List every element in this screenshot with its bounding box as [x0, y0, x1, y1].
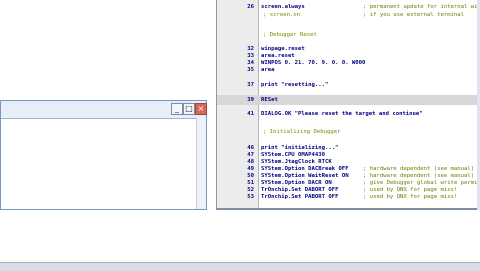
code-text: ; Debugger Reset — [263, 32, 317, 38]
code-text: print "resetting..." — [261, 82, 329, 88]
line-number: 39 — [247, 97, 254, 103]
code-line[interactable]: 53 TrOnchip.Set PABORT OFF ; used by QNX f… — [217, 193, 480, 201]
code-comment: ; permanent update for internal windows — [363, 4, 480, 10]
code-text: area — [261, 67, 275, 73]
code-line[interactable]: ; screen.on ; if you use external termina… — [217, 11, 480, 19]
line-number: 35 — [247, 67, 254, 73]
line-number: 53 — [247, 194, 254, 200]
code-line[interactable]: 41 DIALOG.OK "Please reset the target and… — [217, 110, 480, 118]
close-icon[interactable]: × — [195, 103, 207, 115]
code-line[interactable]: ; Initializing Debugger — [217, 128, 480, 136]
maximize-icon[interactable]: □ — [183, 103, 195, 115]
code-line[interactable]: 37 print "resetting..." — [217, 81, 480, 89]
code-comment: ; if you use external terminal — [363, 12, 465, 18]
background-pane-top — [0, 0, 218, 100]
inner-window-titlebar[interactable]: _ □ × — [1, 101, 207, 119]
code-text: DIALOG.OK "Please reset the target and c… — [261, 111, 423, 117]
code-text: ; Initializing Debugger — [263, 129, 341, 135]
code-line[interactable]: ; Debugger Reset — [217, 31, 480, 39]
code-comment: ; used by QNX for page miss! — [363, 194, 458, 200]
line-number: 41 — [247, 111, 254, 117]
line-number: 37 — [247, 82, 254, 88]
code-text: TrOnchip.Set PABORT OFF — [261, 194, 339, 200]
code-text: ; screen.on — [263, 12, 301, 18]
minimize-icon[interactable]: _ — [171, 103, 183, 115]
background-pane-bottom — [0, 210, 218, 262]
line-number: 26 — [247, 4, 254, 10]
code-line[interactable]: 39 RESet — [217, 96, 480, 104]
code-line[interactable]: 26 screen.always ; permanent update for in… — [217, 3, 480, 11]
code-text: RESet — [261, 97, 278, 103]
inner-window-scrollbar[interactable] — [196, 118, 206, 209]
code-line[interactable]: 35 area — [217, 66, 480, 74]
inner-window[interactable]: _ □ × — [0, 100, 207, 210]
code-editor[interactable]: 26 screen.always ; permanent update for in… — [216, 0, 480, 210]
code-text: screen.always — [261, 4, 305, 10]
